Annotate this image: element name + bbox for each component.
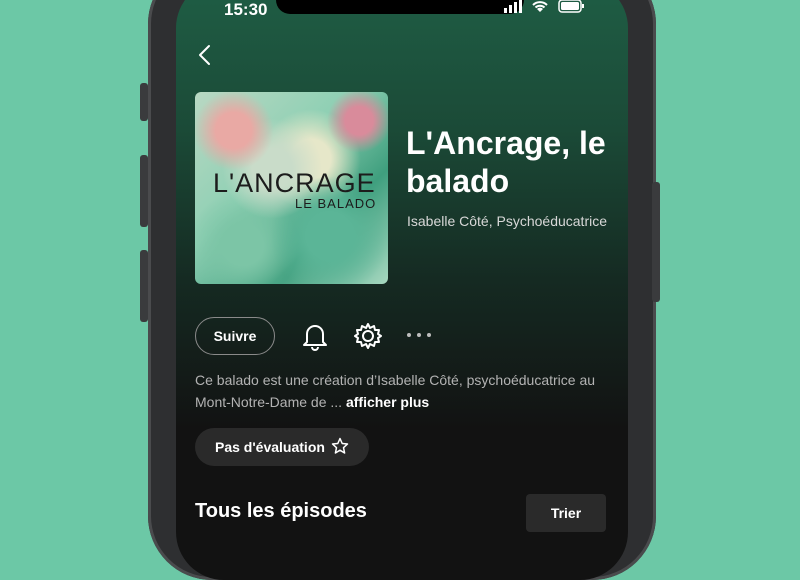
- signal-icon: [504, 0, 522, 18]
- podcast-title: L'Ancrage, le balado: [406, 125, 606, 199]
- podcast-description: Ce balado est une création d’Isabelle Cô…: [195, 369, 615, 413]
- battery-icon: [558, 0, 586, 18]
- phone-power-button: [652, 182, 660, 302]
- cover-subtitle: LE BALADO: [295, 196, 377, 211]
- podcast-author[interactable]: Isabelle Côté, Psychoéducatrice: [407, 211, 607, 232]
- rating-label: Pas d'évaluation: [215, 439, 325, 455]
- podcast-cover: L'ANCRAGE LE BALADO: [195, 92, 388, 284]
- gear-icon[interactable]: [353, 321, 383, 351]
- more-icon[interactable]: [406, 327, 432, 343]
- rating-button[interactable]: Pas d'évaluation: [195, 428, 369, 466]
- back-icon[interactable]: [196, 43, 218, 67]
- phone-volume-up: [140, 155, 148, 227]
- phone-screen: [176, 0, 628, 580]
- phone-notch: [276, 0, 524, 14]
- sort-button[interactable]: Trier: [526, 494, 606, 532]
- show-more-link[interactable]: afficher plus: [346, 394, 429, 410]
- episodes-heading: Tous les épisodes: [195, 500, 367, 522]
- phone-side-button: [140, 83, 148, 121]
- star-icon: [331, 437, 349, 458]
- follow-button[interactable]: Suivre: [195, 317, 275, 355]
- cover-title: L'ANCRAGE: [213, 168, 376, 198]
- bell-icon[interactable]: [302, 321, 328, 351]
- status-icons: [504, 0, 586, 18]
- status-time: 15:30: [224, 0, 268, 19]
- wifi-icon: [530, 0, 550, 18]
- phone-volume-down: [140, 250, 148, 322]
